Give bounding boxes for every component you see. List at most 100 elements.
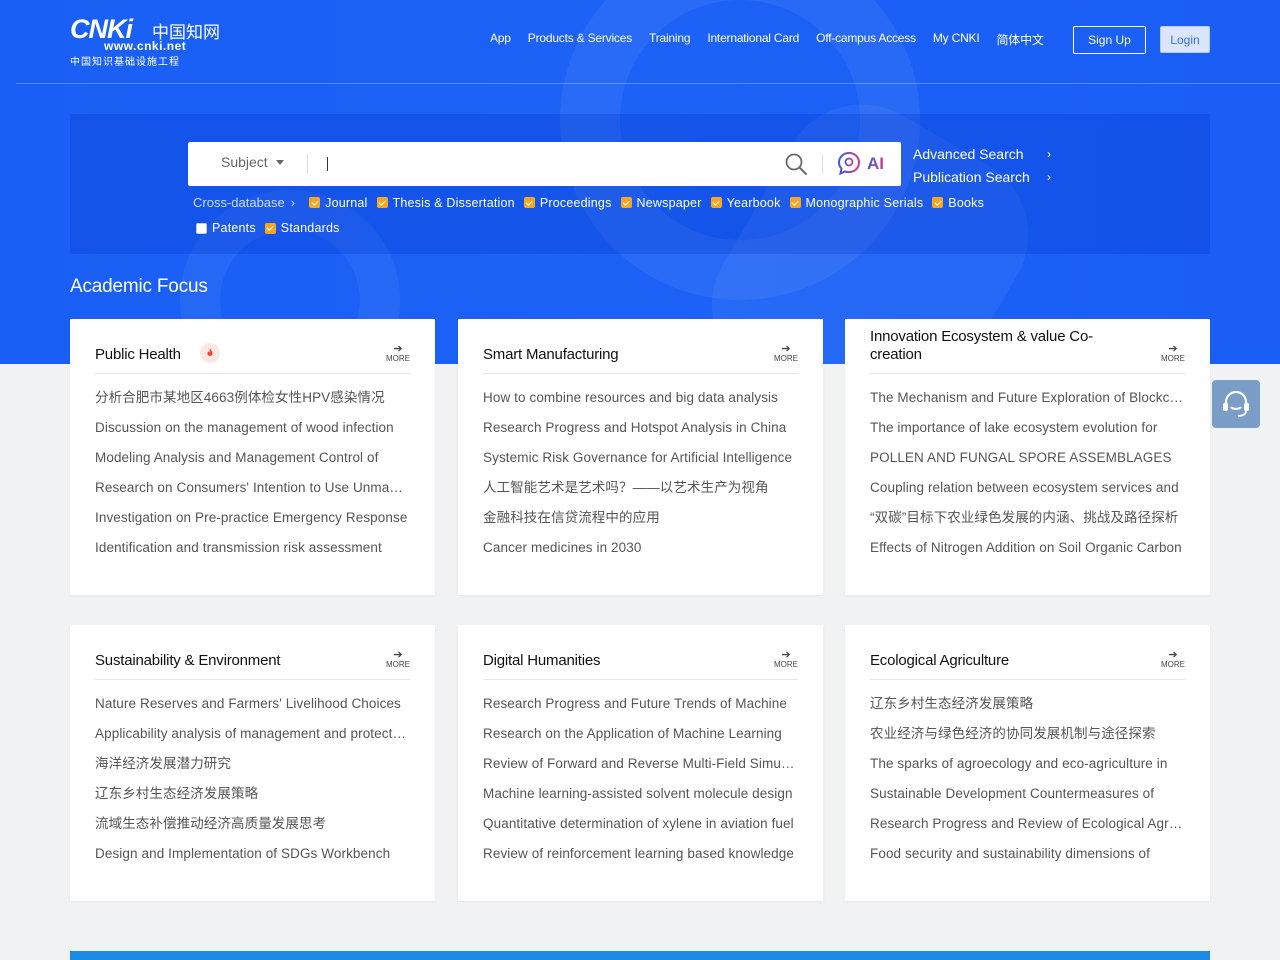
db-checkbox-proceedings[interactable]: Proceedings — [523, 196, 612, 210]
article-link[interactable]: Sustainable Development Countermeasures … — [870, 784, 1183, 814]
db-checkbox-books[interactable]: Books — [932, 196, 984, 210]
article-link[interactable]: Nature Reserves and Farmers' Livelihood … — [95, 694, 408, 724]
db-checkbox-label: Yearbook — [726, 195, 781, 210]
article-link[interactable]: POLLEN AND FUNGAL SPORE ASSEMBLAGES — [870, 448, 1183, 478]
article-list: Nature Reserves and Farmers' Livelihood … — [95, 694, 408, 874]
bottom-banner[interactable] — [70, 951, 1210, 960]
nav-products-services[interactable]: Products & Services — [528, 31, 632, 48]
ai-search-button[interactable]: AI — [835, 149, 891, 179]
arrow-right-icon: ➔ — [781, 649, 791, 661]
card-header: Innovation Ecosystem & value Co-creation… — [870, 328, 1185, 374]
card-header: Public Health ➔ MORE — [95, 339, 410, 374]
publication-search-link[interactable]: Publication Search › — [913, 165, 1053, 188]
article-link[interactable]: Review of Forward and Reverse Multi-Fiel… — [483, 754, 796, 784]
checkbox-checked-icon — [710, 197, 722, 208]
db-checkbox-thesis[interactable]: Thesis & Dissertation — [376, 196, 515, 210]
article-link[interactable]: Modeling Analysis and Management Control… — [95, 448, 408, 478]
more-link[interactable]: ➔ MORE — [1161, 650, 1185, 670]
nav-training[interactable]: Training — [649, 31, 691, 48]
more-link[interactable]: ➔ MORE — [774, 343, 798, 364]
arrow-right-icon: ➔ — [781, 343, 791, 355]
card-title[interactable]: Smart Manufacturing — [483, 346, 619, 364]
more-link[interactable]: ➔ MORE — [386, 650, 410, 670]
article-link[interactable]: Research Progress and Future Trends of M… — [483, 694, 796, 724]
article-link[interactable]: Research on Consumers' Intention to Use … — [95, 478, 408, 508]
customer-service-button[interactable] — [1212, 380, 1260, 428]
logo-subtitle: 中国知识基础设施工程 — [70, 57, 180, 68]
top-nav: App Products & Services Training Interna… — [490, 31, 1061, 48]
article-link[interactable]: Identification and transmission risk ass… — [95, 538, 408, 568]
article-link[interactable]: Applicability analysis of management and… — [95, 724, 408, 754]
article-link[interactable]: Investigation on Pre-practice Emergency … — [95, 508, 408, 538]
db-checkbox-standards[interactable]: Standards — [264, 221, 340, 235]
advanced-search-link[interactable]: Advanced Search › — [913, 142, 1053, 165]
db-checkbox-monographic-serials[interactable]: Monographic Serials — [789, 196, 924, 210]
more-link[interactable]: ➔ MORE — [1161, 344, 1185, 364]
article-link[interactable]: Research Progress and Review of Ecologic… — [870, 814, 1183, 844]
article-link[interactable]: Design and Implementation of SDGs Workbe… — [95, 844, 408, 874]
article-link[interactable]: 辽东乡村生态经济发展策略 — [95, 784, 408, 814]
article-link[interactable]: Research on the Application of Machine L… — [483, 724, 796, 754]
login-button[interactable]: Login — [1160, 26, 1210, 53]
search-box: Subject AI — [188, 142, 901, 186]
more-link[interactable]: ➔ MORE — [386, 344, 410, 364]
database-filter-row-2: Patents Standards — [196, 221, 349, 235]
card-title[interactable]: Public Health — [95, 346, 181, 364]
article-link[interactable]: Effects of Nitrogen Addition on Soil Org… — [870, 538, 1183, 568]
db-checkbox-yearbook[interactable]: Yearbook — [710, 195, 781, 210]
article-list: Research Progress and Future Trends of M… — [483, 694, 796, 874]
cross-database-link[interactable]: Cross-database › — [193, 195, 295, 210]
focus-card-innovation-ecosystem: Innovation Ecosystem & value Co-creation… — [845, 319, 1210, 595]
db-checkbox-newspaper[interactable]: Newspaper — [620, 196, 702, 210]
article-link[interactable]: 辽东乡村生态经济发展策略 — [870, 694, 1183, 724]
article-link[interactable]: “双碳”目标下农业绿色发展的内涵、挑战及路径探析 — [870, 508, 1183, 538]
article-link[interactable]: Food security and sustainability dimensi… — [870, 844, 1183, 874]
article-link[interactable]: The importance of lake ecosystem evoluti… — [870, 418, 1183, 448]
article-link[interactable]: Research Progress and Hotspot Analysis i… — [483, 418, 796, 448]
article-link[interactable]: Review of reinforcement learning based k… — [483, 844, 796, 874]
nav-off-campus-access[interactable]: Off-campus Access — [816, 31, 916, 48]
card-header: Digital Humanities ➔ MORE — [483, 645, 798, 680]
card-title[interactable]: Ecological Agriculture — [870, 652, 1009, 670]
more-link[interactable]: ➔ MORE — [774, 649, 798, 670]
nav-language[interactable]: 简体中文 — [996, 31, 1043, 48]
article-link[interactable]: How to combine resources and big data an… — [483, 388, 796, 418]
more-label: MORE — [386, 354, 410, 363]
card-title[interactable]: Digital Humanities — [483, 652, 600, 670]
publication-search-label: Publication Search — [913, 168, 1030, 185]
article-link[interactable]: 人工智能艺术是艺术吗？——以艺术生产为视角 — [483, 478, 796, 508]
signup-button[interactable]: Sign Up — [1073, 26, 1146, 54]
article-link[interactable]: Systemic Risk Governance for Artificial … — [483, 448, 796, 478]
article-link[interactable]: Quantitative determination of xylene in … — [483, 814, 796, 844]
search-icon[interactable] — [784, 152, 808, 176]
nav-international-card[interactable]: International Card — [707, 31, 799, 48]
article-link[interactable]: Discussion on the management of wood inf… — [95, 418, 408, 448]
article-link[interactable]: 金融科技在信贷流程中的应用 — [483, 508, 796, 538]
article-link[interactable]: 流域生态补偿推动经济高质量发展思考 — [95, 814, 408, 844]
article-link[interactable]: Machine learning-assisted solvent molecu… — [483, 784, 796, 814]
card-title[interactable]: Innovation Ecosystem & value Co-creation — [870, 328, 1140, 364]
db-checkbox-journal[interactable]: Journal — [309, 196, 367, 210]
article-link[interactable]: 分析合肥市某地区4663例体检女性HPV感染情况 — [95, 388, 408, 418]
db-checkbox-patents[interactable]: Patents — [196, 221, 256, 235]
article-link[interactable]: The sparks of agroecology and eco-agricu… — [870, 754, 1183, 784]
focus-card-sustainability: Sustainability & Environment ➔ MORE Natur… — [70, 625, 435, 901]
article-link[interactable]: 农业经济与绿色经济的协同发展机制与途径探索 — [870, 724, 1183, 754]
article-link[interactable]: Coupling relation between ecosystem serv… — [870, 478, 1183, 508]
cnki-logo[interactable]: CNKi 中国知网 www.cnki.net 中国知识基础设施工程 — [70, 14, 222, 68]
article-link[interactable]: 海洋经济发展潜力研究 — [95, 754, 408, 784]
article-link[interactable]: The Mechanism and Future Exploration of … — [870, 388, 1183, 418]
subject-dropdown[interactable]: Subject — [221, 154, 284, 170]
search-input[interactable] — [324, 152, 764, 176]
nav-my-cnki[interactable]: My CNKI — [933, 31, 980, 48]
article-link[interactable]: Cancer medicines in 2030 — [483, 538, 796, 568]
ai-label: AI — [867, 154, 884, 173]
caret-down-icon — [275, 159, 284, 165]
nav-app[interactable]: App — [490, 31, 511, 48]
db-checkbox-label: Journal — [325, 195, 368, 210]
focus-card-smart-manufacturing: Smart Manufacturing ➔ MORE How to combine… — [458, 319, 823, 595]
card-title[interactable]: Sustainability & Environment — [95, 652, 281, 670]
more-label: MORE — [774, 354, 798, 363]
focus-card-digital-humanities: Digital Humanities ➔ MORE Research Progre… — [458, 625, 823, 901]
headset-icon — [1223, 390, 1249, 417]
